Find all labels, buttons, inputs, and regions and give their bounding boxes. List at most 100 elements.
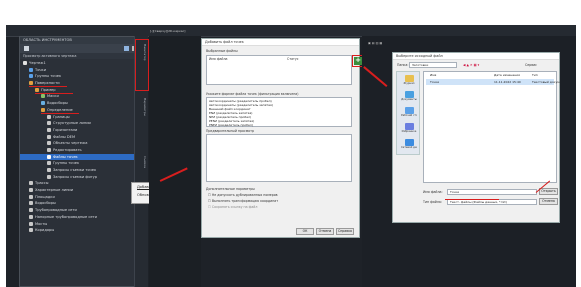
tab-survey[interactable]: Съемка [137, 156, 147, 168]
tree-node[interactable]: Трубопроводные сети [20, 207, 147, 214]
settings-icon[interactable] [124, 45, 130, 51]
tree-node-icon [47, 134, 51, 139]
drawing-area[interactable] [149, 36, 201, 287]
filetype-label: Тип файла: [423, 200, 442, 204]
tree-node[interactable]: Коридоры [20, 227, 147, 234]
tree-node[interactable]: Запросы съемки фигур [20, 174, 147, 181]
tree-node[interactable]: Файлы DEM [20, 134, 147, 141]
file-cancel-button[interactable]: Отмена [539, 198, 558, 205]
tools-menu[interactable]: Сервис [525, 63, 537, 67]
cancel-button[interactable]: Отмена [316, 228, 334, 235]
file-row-date: 11.11.2022 15:40 [494, 80, 521, 84]
toolspace-toolbar [20, 44, 147, 53]
ok-button[interactable]: ОК [296, 228, 314, 235]
filetype-underline [445, 199, 499, 200]
selected-files-label: Выбранные файлы [206, 49, 238, 53]
file-row-name: Точки [430, 80, 440, 84]
tree-node[interactable]: Пример [20, 87, 147, 94]
tree-node[interactable]: Водосборы [20, 100, 147, 107]
filename-input[interactable]: Точки [447, 189, 537, 195]
tree-node-icon [47, 141, 51, 146]
selected-files-list[interactable]: Имя файла Статус [206, 55, 352, 85]
drawing-icon[interactable] [24, 46, 29, 51]
place-item[interactable]: Избранное [401, 123, 417, 133]
format-item[interactable]: PNEZ (разделитель пробел) [209, 123, 253, 127]
col-date-header[interactable]: Дата изменения [494, 73, 520, 77]
prospector-tree: Чертеж1 Точки Группы точек Поверхности Приме… [20, 59, 147, 234]
col-type-header[interactable]: Тип [532, 73, 538, 77]
tree-node-icon [47, 114, 51, 119]
tree-node[interactable]: Трассы [20, 180, 147, 187]
highlight-tab-box [135, 39, 149, 91]
option-transform[interactable]: ☐ Выполнять трансформацию координат [208, 199, 278, 203]
tree-node-label: Группы точек [35, 74, 62, 79]
tree-node[interactable]: Файлы точек [20, 153, 147, 161]
tree-node[interactable]: Маски [20, 93, 147, 100]
place-item[interactable]: Рабочий стол [401, 107, 417, 117]
tree-node-icon [23, 61, 27, 65]
tree-node[interactable]: Группы точек [20, 73, 147, 80]
tree-node[interactable]: Мосты [20, 221, 147, 228]
tree-node-label: Водосборы [47, 101, 68, 106]
folder-dropdown[interactable]: Заготовки [409, 62, 457, 68]
tree-node-icon [47, 168, 51, 172]
places-bar: Журнал Документы Рабочий стол Избранное Сете… [396, 71, 420, 155]
place-label: Сетевой диск [401, 146, 417, 149]
tree-node-label: Трассы [35, 181, 49, 186]
tree-node-icon [29, 221, 33, 226]
place-icon [404, 91, 414, 98]
tree-node[interactable]: Границы [20, 114, 147, 121]
add-point-file-dialog: Добавить файл точек Выбранные файлы Имя … [201, 38, 360, 238]
tree-node[interactable]: Структурные линии [20, 120, 147, 127]
add-dialog-title: Добавить файл точек [202, 39, 359, 46]
tree-node[interactable]: Объекты чертежа [20, 140, 147, 147]
tree-node-icon [47, 147, 51, 152]
tree-node[interactable]: Точки [20, 67, 147, 74]
tree-node[interactable]: Площадки [20, 194, 147, 201]
option-link[interactable]: ☐ Сохранять ссылку на файл [208, 205, 257, 209]
tree-node-icon [29, 74, 33, 79]
col-name-header[interactable]: Имя [430, 73, 436, 77]
tree-node[interactable]: Водосборы [20, 200, 147, 207]
tree-node-icon [29, 81, 33, 86]
tree-node[interactable]: Горизонтали [20, 127, 147, 134]
file-list[interactable]: Имя Дата изменения Тип Точки 11.11.2022 … [423, 71, 560, 183]
tree-node-icon [47, 174, 51, 179]
select-file-dialog: Выберите исходный файл Папка: Заготовки … [392, 52, 560, 223]
tree-node-label: Границы [53, 114, 70, 119]
tree-node[interactable]: Поверхности [20, 80, 147, 88]
open-button[interactable]: Открыть [539, 188, 558, 195]
tree-node[interactable]: Определение [20, 107, 147, 114]
tree-node-icon [47, 154, 51, 159]
tree-node-icon [29, 181, 33, 186]
option-duplicates[interactable]: ☐ Не допускать дублированных номеров [208, 193, 278, 197]
tree-node-icon [41, 101, 45, 106]
place-icon [404, 75, 414, 82]
format-list[interactable]: Автокоординаты (разделитель пробел) Авток… [206, 97, 352, 127]
col-status: Статус [287, 57, 299, 61]
place-item[interactable]: Журнал [401, 75, 417, 85]
tree-node-icon [29, 188, 33, 193]
tree-node[interactable]: Характерные линии [20, 187, 147, 194]
tree-node[interactable]: Группы точек [20, 160, 147, 167]
tree-node[interactable]: Напорные трубопроводные сети [20, 214, 147, 221]
filename-label: Имя файла: [423, 190, 443, 194]
tree-node-label: Характерные линии [35, 188, 74, 193]
tree-node-label: Водосборы [35, 201, 56, 206]
tree-node-label: Трубопроводные сети [35, 208, 77, 213]
tree-node-label: Коридоры [35, 228, 55, 233]
toolbar-icons[interactable]: ◀ ▲ ✕ ▦ ▾ [463, 63, 479, 67]
tree-node-icon [47, 127, 51, 132]
place-item[interactable]: Сетевой диск [401, 139, 417, 149]
tree-node-icon [29, 67, 33, 72]
tree-node[interactable]: Редактировать [20, 147, 147, 154]
tree-node-icon [35, 87, 39, 92]
file-row[interactable]: Точки 11.11.2022 15:40 Текстовый докум. [426, 79, 560, 85]
place-item[interactable]: Документы [401, 91, 417, 101]
file-dialog-title: Выберите исходный файл [393, 53, 559, 60]
tree-node-icon [29, 228, 33, 233]
tab-settings[interactable]: Параметры [137, 98, 147, 116]
help-button[interactable]: Справка [336, 228, 354, 235]
tree-node[interactable]: Чертеж1 [20, 60, 147, 67]
tree-node[interactable]: Запросы съемки точек [20, 167, 147, 174]
